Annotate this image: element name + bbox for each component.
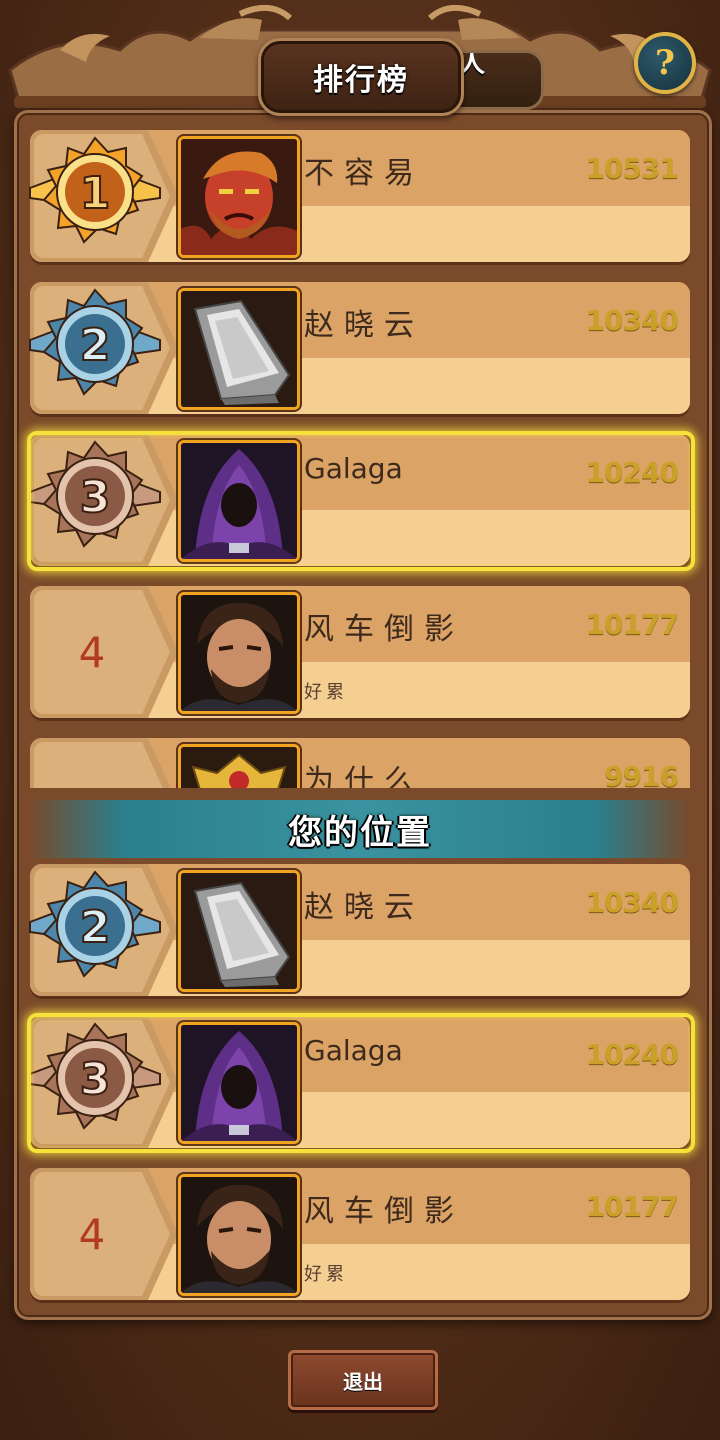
- leaderboard-row[interactable]: 3 Galaga 10240: [27, 431, 695, 571]
- rank-number: 5: [30, 738, 154, 789]
- leaderboard-row[interactable]: 2 赵晓云 10340: [29, 282, 690, 414]
- your-position-banner: 您的位置: [28, 800, 692, 858]
- exit-button-label: 退出: [343, 1369, 383, 1394]
- player-motto: 好累: [304, 1264, 348, 1285]
- svg-text:1: 1: [80, 168, 111, 219]
- leaderboard-row[interactable]: 4 风车倒影 10177 好累: [30, 586, 690, 718]
- hooded-figure-avatar[interactable]: [178, 1022, 300, 1144]
- stone-slab-avatar[interactable]: [178, 870, 300, 992]
- exit-button[interactable]: 退出: [288, 1350, 438, 1410]
- leaderboard-row[interactable]: 2 赵晓云 10340: [29, 864, 690, 996]
- svg-text:3: 3: [80, 472, 111, 523]
- player-score: 10177: [585, 1190, 679, 1223]
- player-score: 9916: [604, 760, 679, 788]
- rank-number: 4: [78, 1209, 106, 1259]
- rank-number: 4: [78, 627, 106, 677]
- player-name: 赵晓云: [304, 308, 424, 343]
- your-position-label: 您的位置: [288, 812, 432, 853]
- player-score: 10340: [585, 886, 679, 919]
- player-name: 风车倒影: [304, 1194, 464, 1229]
- silver-rank-badge-icon: 2: [22, 284, 168, 412]
- player-name: 赵晓云: [304, 890, 424, 925]
- stone-slab-avatar[interactable]: [178, 288, 300, 410]
- player-name: Galaga: [304, 1034, 403, 1067]
- hooded-figure-avatar[interactable]: [178, 440, 300, 562]
- leaderboard-list[interactable]: 1 不容易 10531 2 赵晓云 10340 3 Galaga 10240 4…: [0, 0, 720, 788]
- svg-text:2: 2: [80, 320, 111, 371]
- player-score: 10240: [585, 456, 679, 489]
- bearded-man-avatar[interactable]: [178, 1174, 300, 1296]
- question-mark-icon: ?: [655, 43, 675, 83]
- player-score: 10340: [585, 304, 679, 337]
- player-score: 10531: [585, 152, 679, 185]
- svg-text:2: 2: [80, 902, 111, 953]
- leaderboard-row[interactable]: 3 Galaga 10240: [27, 1013, 695, 1153]
- player-score: 10177: [585, 608, 679, 641]
- player-name: 为什么: [304, 764, 424, 788]
- bearded-man-avatar[interactable]: [178, 592, 300, 714]
- player-name: 不容易: [304, 156, 424, 191]
- leaderboard-row[interactable]: 5 为什么 9916: [30, 738, 690, 788]
- leaderboard-row[interactable]: 1 不容易 10531: [29, 130, 690, 262]
- silver-rank-badge-icon: 2: [22, 866, 168, 994]
- leaderboard-tab-label: 排行榜: [313, 63, 409, 98]
- bronze-rank-badge-icon: 3: [22, 436, 168, 564]
- crown-emblem-avatar[interactable]: [178, 744, 300, 788]
- leaderboard-tab[interactable]: 排行榜: [258, 38, 464, 116]
- player-name: 风车倒影: [304, 612, 464, 647]
- red-warrior-avatar[interactable]: [178, 136, 300, 258]
- svg-text:3: 3: [80, 1054, 111, 1105]
- player-score: 10240: [585, 1038, 679, 1071]
- player-name: Galaga: [304, 452, 403, 485]
- bronze-rank-badge-icon: 3: [22, 1018, 168, 1146]
- gold-rank-badge-icon: 1: [22, 132, 168, 260]
- help-button[interactable]: ?: [634, 32, 696, 94]
- leaderboard-row[interactable]: 4 风车倒影 10177 好累: [30, 1168, 690, 1300]
- player-motto: 好累: [304, 682, 348, 703]
